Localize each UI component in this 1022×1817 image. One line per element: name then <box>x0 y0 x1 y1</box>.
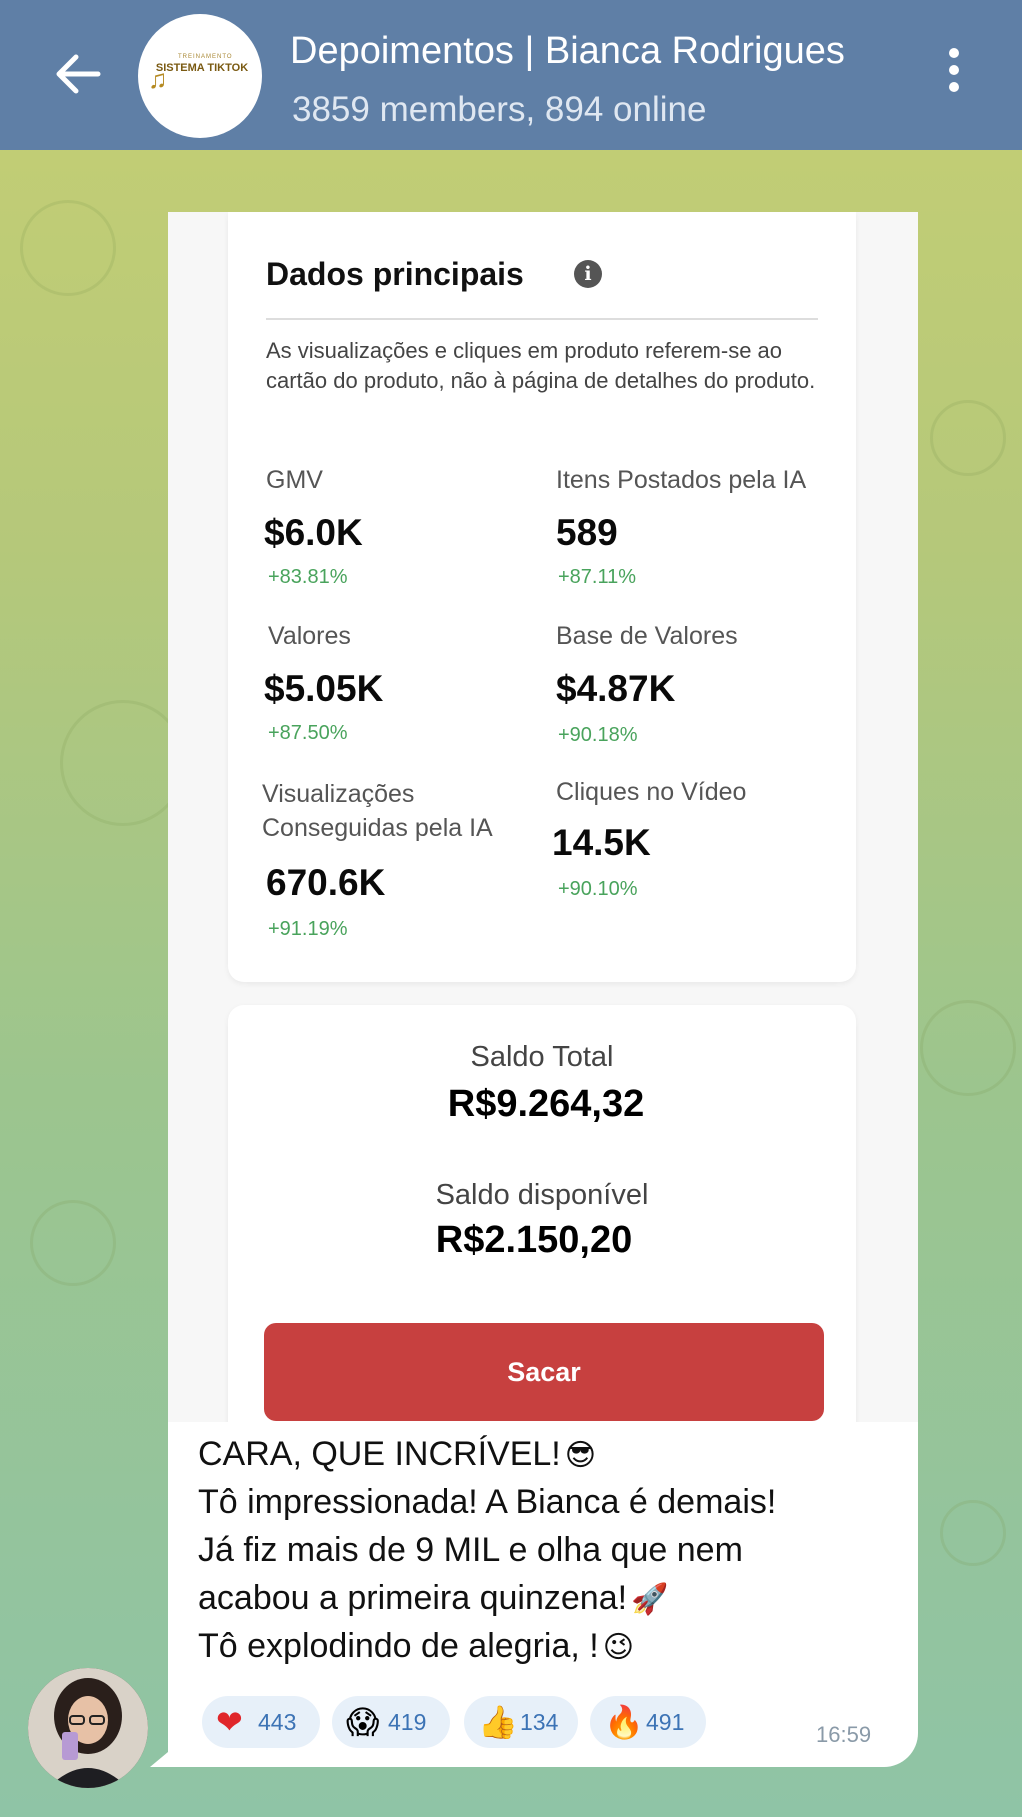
metric-value: 589 <box>556 512 618 553</box>
metric-label: Conseguidas pela IA <box>262 814 493 842</box>
more-options-icon[interactable] <box>944 48 964 104</box>
metric-label: Visualizações <box>262 780 415 808</box>
metric-label: Valores <box>268 622 351 650</box>
info-icon: i <box>574 260 602 288</box>
message-line: Já fiz mais de 9 MIL e olha que nem <box>198 1526 898 1574</box>
message-text: CARA, QUE INCRÍVEL! 😎 Tô impressionada! A… <box>198 1430 898 1670</box>
background-doodle <box>920 1000 1016 1096</box>
message-image[interactable]: Dados principais i As visualizações e cl… <box>168 212 918 1422</box>
metric-value: $5.05K <box>264 668 384 709</box>
group-avatar[interactable]: ♫ TREINAMENTO SISTEMA TIKTOK <box>138 14 262 138</box>
background-doodle <box>20 200 116 296</box>
metric-delta: +91.19% <box>268 918 348 940</box>
rocket-emoji-icon: 🚀 <box>631 1582 669 1617</box>
reaction-count: 443 <box>258 1709 297 1735</box>
reaction-count: 491 <box>646 1709 685 1735</box>
available-balance-label: Saldo disponível <box>435 1179 649 1211</box>
reaction-count: 134 <box>520 1709 559 1735</box>
card-description: As visualizações e cliques em produto re… <box>266 338 816 393</box>
total-balance-label: Saldo Total <box>470 1041 614 1073</box>
background-doodle <box>930 400 1006 476</box>
reaction-count: 419 <box>388 1709 427 1735</box>
message-line: Tô explodindo de alegria, ! 😉 <box>198 1622 898 1670</box>
message-line-text: CARA, QUE INCRÍVEL! <box>198 1435 561 1473</box>
metric-delta: +90.10% <box>558 878 638 900</box>
chat-header: ♫ TREINAMENTO SISTEMA TIKTOK Depoimentos… <box>0 0 1022 150</box>
logo-main-text: SISTEMA TIKTOK <box>155 62 249 74</box>
message-line: acabou a primeira quinzena! 🚀 <box>198 1574 898 1622</box>
card-title: Dados principais <box>266 256 524 292</box>
chat-title[interactable]: Depoimentos | Bianca Rodrigues <box>290 30 845 73</box>
sunglasses-emoji-icon: 😎 <box>564 1438 597 1473</box>
background-doodle <box>30 1200 116 1286</box>
winking-face-emoji-icon: 😉 <box>602 1630 634 1665</box>
balance-card: Saldo Total R$9.264,32 Saldo disponível … <box>228 1005 856 1422</box>
fire-icon: 🔥 <box>604 1703 644 1741</box>
total-balance-value: R$9.264,32 <box>447 1083 645 1125</box>
reaction-screaming-face[interactable]: 😱 419 <box>332 1696 450 1748</box>
reaction-heart[interactable]: ❤ 443 <box>202 1696 320 1748</box>
metric-label: Itens Postados pela IA <box>556 466 807 494</box>
metric-value: 670.6K <box>266 862 386 903</box>
metric-delta: +83.81% <box>268 566 348 588</box>
message-line-text: acabou a primeira quinzena! <box>198 1579 628 1617</box>
metric-label: GMV <box>266 466 323 494</box>
screaming-face-icon: 😱 <box>346 1703 380 1741</box>
metric-delta: +87.11% <box>558 566 637 588</box>
withdraw-button[interactable]: Sacar <box>264 1323 824 1421</box>
metric-label: Base de Valores <box>556 622 738 650</box>
sender-avatar[interactable] <box>28 1668 148 1788</box>
metric-value: $4.87K <box>556 668 676 709</box>
metric-value: $6.0K <box>264 512 363 553</box>
logo-top-text: TREINAMENTO <box>178 54 233 60</box>
chat-member-count: 3859 members, 894 online <box>292 90 707 129</box>
thumbs-up-icon: 👍 <box>478 1703 518 1741</box>
metric-delta: +90.18% <box>558 724 638 746</box>
metric-value: 14.5K <box>552 822 651 863</box>
message-line-text: Tô impressionada! A Bianca é demais! <box>198 1483 777 1521</box>
available-balance-value: R$2.150,20 <box>435 1219 633 1261</box>
message-line: Tô impressionada! A Bianca é demais! <box>198 1478 898 1526</box>
back-arrow-icon[interactable] <box>48 44 108 104</box>
metric-delta: +87.50% <box>268 722 348 744</box>
message-timestamp: 16:59 <box>816 1722 872 1747</box>
heart-icon: ❤ <box>216 1703 243 1741</box>
reaction-fire[interactable]: 🔥 491 <box>590 1696 706 1748</box>
main-data-card: Dados principais i As visualizações e cl… <box>228 212 856 982</box>
metric-label: Cliques no Vídeo <box>556 778 747 806</box>
background-doodle <box>940 1500 1006 1566</box>
reaction-thumbs-up[interactable]: 👍 134 <box>464 1696 578 1748</box>
message-line-text: Tô explodindo de alegria, ! <box>198 1627 599 1665</box>
message-line-text: Já fiz mais de 9 MIL e olha que nem <box>198 1531 743 1569</box>
message-line: CARA, QUE INCRÍVEL! 😎 <box>198 1430 898 1478</box>
divider <box>266 318 818 320</box>
